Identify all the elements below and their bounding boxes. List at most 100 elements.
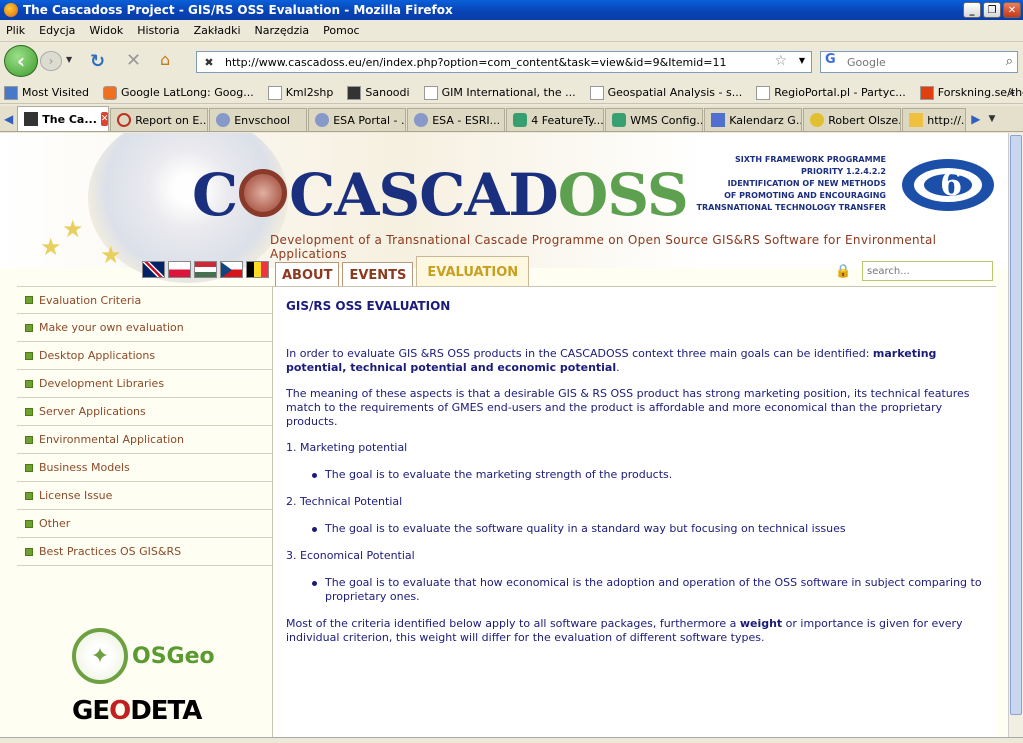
- tab-robert[interactable]: Robert Olsze...: [803, 108, 902, 131]
- left-navigation: Evaluation Criteria Make your own evalua…: [17, 286, 272, 566]
- tab-cascadoss[interactable]: The Ca... ✕: [17, 106, 110, 131]
- menu-historia[interactable]: Historia: [137, 24, 179, 37]
- tab-scroll-left-icon[interactable]: ◀: [0, 112, 17, 126]
- tab-http[interactable]: http://...r: [902, 108, 967, 131]
- reload-icon[interactable]: ↻: [90, 51, 105, 72]
- tab-favicon-icon: [909, 113, 924, 127]
- geodeta-logo[interactable]: GEODETA: [72, 696, 202, 726]
- close-button[interactable]: ✕: [1003, 2, 1021, 18]
- bookmark-item[interactable]: RegioPortal.pl - Partyc...: [756, 85, 906, 100]
- language-flags: [142, 261, 269, 278]
- bookmark-star-icon[interactable]: ☆: [774, 53, 787, 69]
- bookmark-item[interactable]: Sanoodi: [347, 85, 410, 100]
- tab-favicon-icon: [414, 113, 429, 127]
- leftnav-environmental-application[interactable]: Environmental Application: [17, 426, 272, 454]
- nav-tab-about[interactable]: ABOUT: [275, 262, 340, 287]
- tab-favicon-icon: [216, 113, 231, 127]
- tab-wms-config[interactable]: WMS Config...: [605, 108, 704, 131]
- menu-edycja[interactable]: Edycja: [39, 24, 75, 37]
- globe-icon: [239, 169, 288, 217]
- osgeo-logo[interactable]: ✦ OSGeo: [72, 628, 215, 684]
- leftnav-evaluation-criteria[interactable]: Evaluation Criteria: [17, 286, 272, 314]
- url-dropdown-icon[interactable]: ▼: [799, 56, 805, 65]
- navigation-toolbar: ‹ › ▼ ↻ ✕ ⌂ ✖ http://www.cascadoss.eu/en…: [0, 42, 1023, 80]
- section-heading: 3. Economical Potential: [286, 549, 415, 562]
- leftnav-make-own-evaluation[interactable]: Make your own evaluation: [17, 314, 272, 342]
- leftnav-development-libraries[interactable]: Development Libraries: [17, 370, 272, 398]
- eu-programme-text: SIXTH FRAMEWORK PROGRAMME PRIORITY 1.2.4…: [696, 155, 886, 212]
- calendar-icon: [711, 113, 726, 127]
- bullet-icon: [312, 527, 317, 532]
- tab-esa-portal[interactable]: ESA Portal - ...: [308, 108, 407, 131]
- menu-widok[interactable]: Widok: [89, 24, 123, 37]
- section-heading: 2. Technical Potential: [286, 495, 403, 508]
- bookmarks-overflow-icon[interactable]: »: [1008, 86, 1015, 99]
- back-button[interactable]: ‹: [4, 45, 38, 77]
- leftnav-other[interactable]: Other: [17, 510, 272, 538]
- tab-scroll-right-icon[interactable]: ▶: [967, 112, 984, 126]
- site-header: ★ ★ ★ C CASCADOSS Development of a Transn…: [0, 133, 1008, 283]
- search-icon[interactable]: ⌕: [1006, 54, 1013, 69]
- page-icon: [267, 85, 282, 100]
- leftnav-business-models[interactable]: Business Models: [17, 454, 272, 482]
- page-icon: [756, 85, 771, 100]
- menu-narzedzia[interactable]: Narzędzia: [255, 24, 310, 37]
- tab-close-icon[interactable]: ✕: [100, 112, 109, 126]
- bookmark-item[interactable]: Geospatial Analysis - s...: [589, 85, 742, 100]
- leftnav-desktop-applications[interactable]: Desktop Applications: [17, 342, 272, 370]
- home-icon[interactable]: ⌂: [160, 50, 170, 69]
- article-title: GIS/RS OSS EVALUATION: [286, 299, 451, 313]
- tab-list-icon[interactable]: ▼: [984, 114, 999, 124]
- bullet-icon: [312, 581, 317, 586]
- window-titlebar: The Cascadoss Project - GIS/RS OSS Evalu…: [0, 0, 1023, 20]
- url-bar[interactable]: ✖ http://www.cascadoss.eu/en/index.php?o…: [196, 51, 812, 73]
- tab-envschool[interactable]: Envschool: [209, 108, 308, 131]
- menu-pomoc[interactable]: Pomoc: [323, 24, 359, 37]
- flag-poland[interactable]: [168, 261, 191, 278]
- google-engine-icon[interactable]: G: [821, 52, 847, 72]
- stop-icon[interactable]: ✕: [126, 50, 141, 71]
- search-bar[interactable]: G ⌕: [820, 51, 1018, 73]
- vertical-scrollbar[interactable]: [1008, 133, 1023, 737]
- flag-belgium[interactable]: [246, 261, 269, 278]
- menu-bar: Plik Edycja Widok Historia Zakładki Narz…: [0, 20, 1023, 42]
- bookmark-item[interactable]: GIM International, the ...: [423, 85, 576, 100]
- search-input[interactable]: [847, 55, 987, 69]
- menu-plik[interactable]: Plik: [6, 24, 25, 37]
- google-icon: [810, 113, 825, 127]
- menu-zakladki[interactable]: Zakładki: [194, 24, 241, 37]
- leftnav-license-issue[interactable]: License Issue: [17, 482, 272, 510]
- tab-kalendarz[interactable]: Kalendarz G...: [704, 108, 803, 131]
- bullet-icon: [25, 519, 33, 528]
- site-favicon-icon: ✖: [199, 53, 219, 71]
- flag-czech[interactable]: [220, 261, 243, 278]
- lock-icon[interactable]: 🔒: [835, 264, 851, 279]
- site-search-input[interactable]: [862, 261, 993, 281]
- logo-oss-text: OSS: [557, 161, 689, 229]
- minimize-button[interactable]: _: [963, 2, 981, 18]
- history-dropdown-icon[interactable]: ▼: [66, 55, 72, 64]
- url-text: http://www.cascadoss.eu/en/index.php?opt…: [225, 55, 727, 69]
- eu-star-icon: ★: [62, 215, 84, 243]
- firefox-icon: [4, 3, 18, 17]
- tab-esa-esri[interactable]: ESA - ESRI...: [407, 108, 506, 131]
- bookmark-item[interactable]: Kml2shp: [267, 85, 333, 100]
- bullet-icon: [312, 473, 317, 478]
- leftnav-best-practices[interactable]: Best Practices OS GIS&RS: [17, 538, 272, 566]
- nav-tab-events[interactable]: EVENTS: [342, 262, 414, 287]
- forward-button[interactable]: ›: [40, 51, 62, 71]
- bookmark-item[interactable]: Most Visited: [4, 85, 89, 100]
- flag-hungary[interactable]: [194, 261, 217, 278]
- maximize-button[interactable]: ❐: [983, 2, 1001, 18]
- nav-tab-evaluation[interactable]: EVALUATION: [416, 256, 530, 287]
- leftnav-server-applications[interactable]: Server Applications: [17, 398, 272, 426]
- scrollbar-thumb[interactable]: [1010, 135, 1022, 715]
- tab-featuretypes[interactable]: 4 FeatureTy...: [506, 108, 605, 131]
- bullet-icon: [25, 463, 33, 472]
- tab-favicon-icon: [513, 113, 528, 127]
- cascadoss-logo: C CASCADOSS: [192, 161, 689, 229]
- bookmark-item[interactable]: Google LatLong: Goog...: [102, 85, 254, 100]
- tab-report[interactable]: Report on E...: [110, 108, 209, 131]
- article-closing: Most of the criteria identified below ap…: [286, 617, 963, 644]
- flag-uk[interactable]: [142, 261, 165, 278]
